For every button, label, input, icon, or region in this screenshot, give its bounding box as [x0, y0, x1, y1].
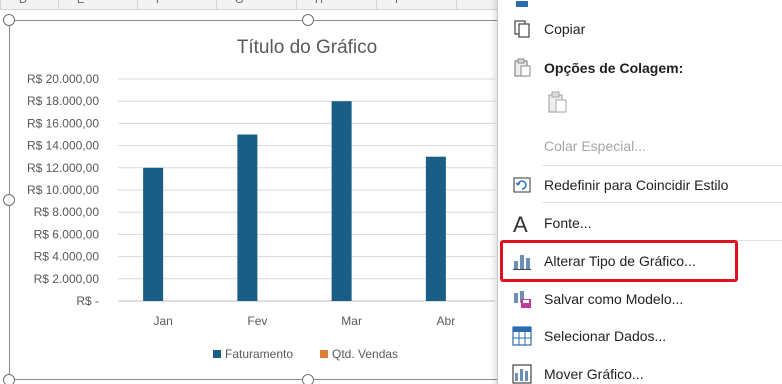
menu-item-move-chart[interactable]: Mover Gráfico...: [498, 359, 782, 384]
column-header[interactable]: I: [376, 0, 398, 10]
y-tick-label: R$ 10.000,00: [27, 183, 99, 197]
x-tick-label: Fev: [247, 314, 267, 328]
menu-item-label: Colar Especial...: [544, 138, 646, 154]
column-header[interactable]: F: [137, 0, 163, 10]
y-tick-label: R$ 18.000,00: [27, 94, 99, 108]
resize-handle-top-left[interactable]: [3, 14, 15, 26]
paste-icon: [546, 91, 570, 115]
menu-item-label: Redefinir para Coincidir Estilo: [544, 177, 729, 193]
copy-icon: [512, 19, 532, 39]
bar-faturamento[interactable]: [425, 156, 446, 301]
column-header[interactable]: H: [296, 0, 323, 10]
y-tick-label: R$ 12.000,00: [27, 161, 99, 175]
x-tick-label: Jan: [153, 314, 172, 328]
y-tick-label: R$ 16.000,00: [27, 116, 99, 130]
menu-item-font[interactable]: A Fonte...: [498, 208, 782, 238]
menu-separator: [542, 165, 782, 166]
save-template-icon: [512, 289, 532, 309]
x-tick-label: Abr: [437, 314, 456, 328]
format-icon: [512, 0, 532, 13]
menu-item-label: Opções de Colagem:: [544, 60, 684, 76]
resize-handle-top[interactable]: [302, 14, 314, 26]
y-tick-label: R$ 6.000,00: [34, 227, 100, 241]
y-tick-label: R$ -: [76, 294, 99, 308]
menu-item-label: Fonte...: [544, 215, 592, 231]
menu-item-copy[interactable]: Copiar: [498, 14, 782, 44]
y-tick-label: R$ 8.000,00: [34, 205, 100, 219]
context-menu: Copiar Opções de Colagem: Colar Especial…: [497, 0, 782, 384]
bar-chart: Título do Gráfico R$ - R$ 2.000,00 R$ 4.00…: [27, 37, 495, 361]
column-header[interactable]: D: [0, 0, 27, 10]
select-data-icon: [512, 326, 532, 346]
chart-title[interactable]: Título do Gráfico: [237, 37, 377, 58]
y-tick-label: R$ 14.000,00: [27, 139, 99, 153]
column-header[interactable]: G: [216, 0, 244, 10]
resize-handle-left[interactable]: [3, 194, 15, 206]
clipboard-icon: [512, 58, 532, 78]
column-header[interactable]: [456, 0, 457, 10]
bar-faturamento[interactable]: [331, 101, 352, 301]
menu-item-select-data[interactable]: Selecionar Dados...: [498, 321, 782, 351]
menu-item-label: Mover Gráfico...: [544, 366, 644, 382]
column-header[interactable]: E: [58, 0, 84, 10]
font-icon: A: [512, 212, 532, 237]
chart-object[interactable]: Título do Gráfico R$ - R$ 2.000,00 R$ 4.00…: [9, 20, 509, 380]
menu-item-label: Salvar como Modelo...: [544, 291, 684, 307]
svg-text:A: A: [513, 213, 528, 235]
legend-label[interactable]: Qtd. Vendas: [332, 347, 398, 361]
y-tick-label: R$ 2.000,00: [34, 272, 100, 286]
legend-label[interactable]: Faturamento: [225, 347, 293, 361]
bar-faturamento[interactable]: [143, 167, 164, 301]
column-header-strip: D E F G H I: [0, 0, 500, 10]
menu-item-reset-style[interactable]: Redefinir para Coincidir Estilo: [498, 170, 782, 200]
bar-faturamento[interactable]: [237, 134, 258, 302]
menu-separator: [542, 202, 782, 203]
move-chart-icon: [512, 364, 532, 384]
menu-item-label: Selecionar Dados...: [544, 328, 667, 344]
y-tick-label: R$ 4.000,00: [34, 250, 100, 264]
resize-handle-bottom[interactable]: [302, 374, 314, 384]
reset-style-icon: [512, 175, 532, 195]
legend-swatch: [320, 350, 328, 358]
highlight-box: [500, 240, 738, 282]
y-tick-label: R$ 20.000,00: [27, 72, 99, 86]
resize-handle-bottom-left[interactable]: [3, 374, 15, 384]
paste-option-button[interactable]: [498, 89, 782, 119]
menu-header-paste-options: Opções de Colagem:: [498, 53, 782, 83]
legend-swatch: [213, 350, 221, 358]
menu-item-paste-special[interactable]: Colar Especial...: [498, 131, 782, 161]
menu-item-save-template[interactable]: Salvar como Modelo...: [498, 284, 782, 314]
x-tick-label: Mar: [341, 314, 362, 328]
menu-item-label: Copiar: [544, 21, 586, 37]
